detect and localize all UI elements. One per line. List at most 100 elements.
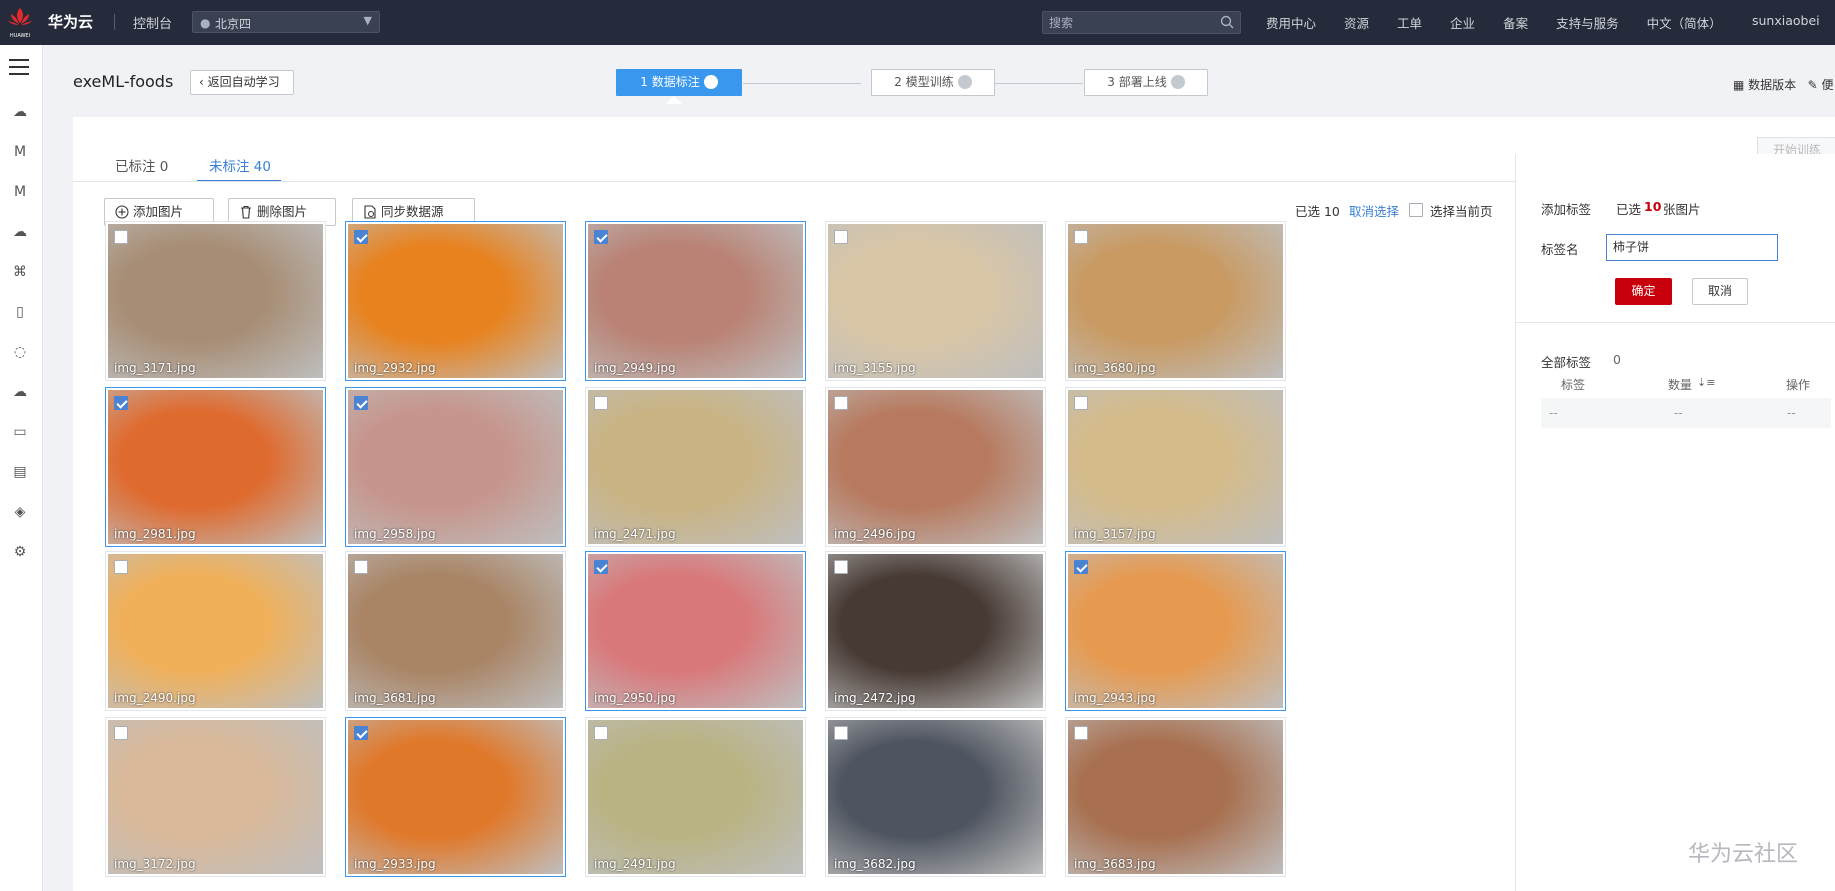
image-checkbox[interactable] bbox=[1074, 396, 1088, 410]
food-image[interactable] bbox=[828, 224, 1043, 378]
image-checkbox[interactable] bbox=[594, 726, 608, 740]
food-image[interactable] bbox=[348, 390, 563, 544]
image-card[interactable]: img_2490.jpg bbox=[105, 551, 326, 711]
cloud-icon[interactable]: ☁ bbox=[9, 101, 31, 123]
search-input[interactable] bbox=[1049, 14, 1209, 31]
modelarts-icon[interactable]: Ⅿ bbox=[9, 181, 31, 203]
nav-enterprise[interactable]: 企业 bbox=[1450, 13, 1475, 32]
food-image[interactable] bbox=[1068, 224, 1283, 378]
image-checkbox[interactable] bbox=[354, 230, 368, 244]
file-icon[interactable]: ▭ bbox=[9, 421, 31, 443]
image-card[interactable]: img_2496.jpg bbox=[825, 387, 1046, 547]
image-checkbox[interactable] bbox=[834, 726, 848, 740]
image-checkbox[interactable] bbox=[834, 230, 848, 244]
col-count[interactable]: 数量 bbox=[1668, 376, 1692, 393]
tab-labeled[interactable]: 已标注 0 bbox=[115, 155, 168, 175]
search-icon[interactable] bbox=[1220, 15, 1234, 29]
food-image[interactable] bbox=[348, 224, 563, 378]
nav-tickets[interactable]: 工单 bbox=[1397, 13, 1422, 32]
menu-icon[interactable] bbox=[9, 59, 29, 75]
food-image[interactable] bbox=[588, 554, 803, 708]
cancel-button[interactable]: 取消 bbox=[1692, 278, 1748, 305]
food-image[interactable] bbox=[108, 224, 323, 378]
image-card[interactable]: img_2943.jpg bbox=[1065, 551, 1286, 711]
food-image[interactable] bbox=[588, 390, 803, 544]
image-checkbox[interactable] bbox=[1074, 560, 1088, 574]
image-card[interactable]: img_3680.jpg bbox=[1065, 221, 1286, 381]
image-checkbox[interactable] bbox=[834, 396, 848, 410]
image-checkbox[interactable] bbox=[1074, 726, 1088, 740]
image-checkbox[interactable] bbox=[354, 726, 368, 740]
food-image[interactable] bbox=[828, 554, 1043, 708]
food-image[interactable] bbox=[588, 224, 803, 378]
nav-billing[interactable]: 费用中心 bbox=[1266, 13, 1316, 32]
global-search[interactable] bbox=[1042, 11, 1241, 34]
brand-name[interactable]: 华为云 bbox=[48, 11, 93, 32]
modelarts-icon[interactable]: Ⅿ bbox=[9, 141, 31, 163]
nav-icp[interactable]: 备案 bbox=[1503, 13, 1528, 32]
step-annotate[interactable]: 1 数据标注 bbox=[616, 69, 742, 96]
image-checkbox[interactable] bbox=[114, 230, 128, 244]
image-checkbox[interactable] bbox=[354, 396, 368, 410]
image-card[interactable]: img_2950.jpg bbox=[585, 551, 806, 711]
image-card[interactable]: img_3171.jpg bbox=[105, 221, 326, 381]
food-image[interactable] bbox=[588, 720, 803, 874]
nav-resources[interactable]: 资源 bbox=[1344, 13, 1369, 32]
image-card[interactable]: img_2958.jpg bbox=[345, 387, 566, 547]
image-card[interactable]: img_2932.jpg bbox=[345, 221, 566, 381]
security-icon[interactable]: ◈ bbox=[9, 501, 31, 523]
user-menu[interactable]: sunxiaobei bbox=[1752, 13, 1820, 28]
image-checkbox[interactable] bbox=[594, 396, 608, 410]
nav-language[interactable]: 中文（简体） bbox=[1647, 13, 1722, 32]
image-card[interactable]: img_2933.jpg bbox=[345, 717, 566, 877]
chat-icon[interactable]: ◌ bbox=[9, 341, 31, 363]
image-card[interactable]: img_2981.jpg bbox=[105, 387, 326, 547]
food-image[interactable] bbox=[348, 554, 563, 708]
food-image[interactable] bbox=[108, 554, 323, 708]
label-name-input[interactable]: 柿子饼 bbox=[1606, 234, 1778, 261]
food-image[interactable] bbox=[348, 720, 563, 874]
image-checkbox[interactable] bbox=[834, 560, 848, 574]
step-deploy[interactable]: 3 部署上线 bbox=[1084, 69, 1208, 96]
food-image[interactable] bbox=[1068, 390, 1283, 544]
image-checkbox[interactable] bbox=[114, 560, 128, 574]
settings-icon[interactable]: ⚙ bbox=[9, 541, 31, 563]
image-checkbox[interactable] bbox=[1074, 230, 1088, 244]
food-image[interactable] bbox=[108, 720, 323, 874]
select-page-checkbox[interactable] bbox=[1409, 203, 1423, 217]
image-card[interactable]: img_3155.jpg bbox=[825, 221, 1046, 381]
image-checkbox[interactable] bbox=[594, 560, 608, 574]
cloud-icon[interactable]: ☁ bbox=[9, 221, 31, 243]
confirm-button[interactable]: 确定 bbox=[1615, 278, 1672, 305]
image-checkbox[interactable] bbox=[114, 726, 128, 740]
region-select[interactable]: ● 北京四 ▼ bbox=[192, 11, 380, 33]
image-checkbox[interactable] bbox=[354, 560, 368, 574]
image-card[interactable]: img_2471.jpg bbox=[585, 387, 806, 547]
image-card[interactable]: img_3172.jpg bbox=[105, 717, 326, 877]
sort-icon[interactable]: ⇣≡ bbox=[1697, 376, 1715, 389]
cancel-selection-link[interactable]: 取消选择 bbox=[1349, 201, 1399, 220]
image-card[interactable]: img_2491.jpg bbox=[585, 717, 806, 877]
huawei-logo[interactable]: HUAWEI bbox=[6, 6, 34, 40]
image-card[interactable]: img_2472.jpg bbox=[825, 551, 1046, 711]
data-version-link[interactable]: ▦ 数据版本 ✎ 便 bbox=[1733, 76, 1834, 93]
back-button[interactable]: ‹ 返回自动学习 bbox=[190, 70, 294, 95]
monitor-icon[interactable]: ▤ bbox=[9, 461, 31, 483]
food-image[interactable] bbox=[1068, 554, 1283, 708]
document-icon[interactable]: ▯ bbox=[9, 301, 31, 323]
image-card[interactable]: img_3682.jpg bbox=[825, 717, 1046, 877]
cloud-icon[interactable]: ☁ bbox=[9, 381, 31, 403]
image-card[interactable]: img_2949.jpg bbox=[585, 221, 806, 381]
image-card[interactable]: img_3157.jpg bbox=[1065, 387, 1286, 547]
image-card[interactable]: img_3681.jpg bbox=[345, 551, 566, 711]
nav-support[interactable]: 支持与服务 bbox=[1556, 13, 1619, 32]
food-image[interactable] bbox=[828, 720, 1043, 874]
tab-unlabeled[interactable]: 未标注 40 bbox=[209, 155, 271, 175]
image-checkbox[interactable] bbox=[114, 396, 128, 410]
console-link[interactable]: 控制台 bbox=[133, 13, 172, 32]
cluster-icon[interactable]: ⌘ bbox=[9, 261, 31, 283]
image-card[interactable]: img_3683.jpg bbox=[1065, 717, 1286, 877]
food-image[interactable] bbox=[828, 390, 1043, 544]
step-train[interactable]: 2 模型训练 bbox=[871, 69, 995, 96]
image-checkbox[interactable] bbox=[594, 230, 608, 244]
